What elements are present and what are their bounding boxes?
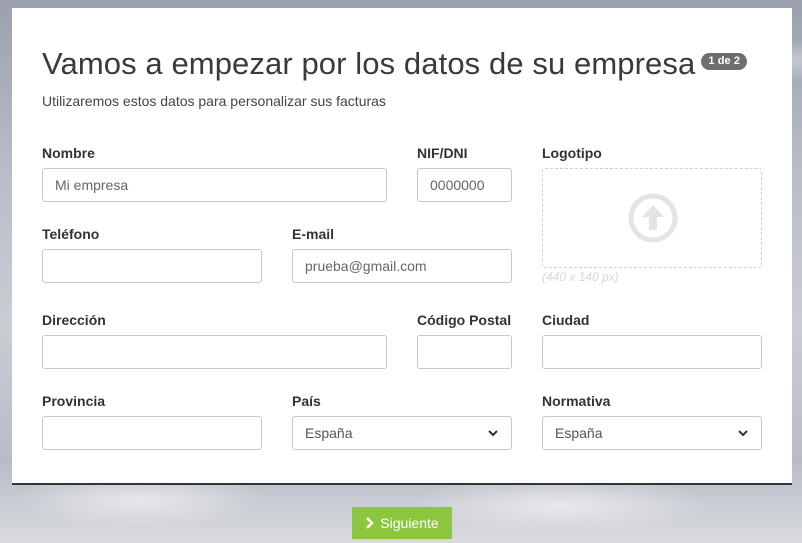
nif-input[interactable] <box>417 168 512 202</box>
ciudad-input[interactable] <box>542 335 762 369</box>
next-button[interactable]: Siguiente <box>352 507 452 539</box>
direccion-label: Dirección <box>42 312 106 328</box>
chevron-down-icon <box>488 430 498 437</box>
page-title: Vamos a empezar por los datos de su empr… <box>42 46 748 82</box>
email-input[interactable] <box>292 249 512 283</box>
nombre-input[interactable] <box>42 168 387 202</box>
step-badge: 1 de 2 <box>701 53 748 71</box>
chevron-down-icon <box>738 430 748 437</box>
ciudad-label: Ciudad <box>542 312 590 328</box>
provincia-label: Provincia <box>42 393 106 409</box>
pais-label: País <box>292 393 321 409</box>
direccion-input[interactable] <box>42 335 387 369</box>
email-label: E-mail <box>292 226 335 242</box>
chevron-right-icon <box>366 517 375 529</box>
normativa-select[interactable]: España <box>542 416 762 450</box>
telefono-input[interactable] <box>42 249 262 283</box>
codigo-postal-input[interactable] <box>417 335 512 369</box>
upload-arrow-icon <box>628 193 678 243</box>
company-form-card: Vamos a empezar por los datos de su empr… <box>12 8 792 485</box>
provincia-input[interactable] <box>42 416 262 450</box>
nombre-label: Nombre <box>42 145 95 161</box>
logo-size-hint: (440 x 140 px) <box>542 270 619 284</box>
page-subtitle: Utilizaremos estos datos para personaliz… <box>42 93 386 109</box>
normativa-label: Normativa <box>542 393 611 409</box>
nif-label: NIF/DNI <box>417 145 468 161</box>
pais-select[interactable]: España <box>292 416 512 450</box>
codigo-postal-label: Código Postal <box>417 312 512 328</box>
pais-selected-value: España <box>305 425 353 441</box>
next-button-label: Siguiente <box>380 515 439 531</box>
normativa-selected-value: España <box>555 425 603 441</box>
title-text: Vamos a empezar por los datos de su empr… <box>42 46 696 81</box>
telefono-label: Teléfono <box>42 226 100 242</box>
logo-label: Logotipo <box>542 145 602 161</box>
logo-dropzone[interactable] <box>542 168 762 268</box>
